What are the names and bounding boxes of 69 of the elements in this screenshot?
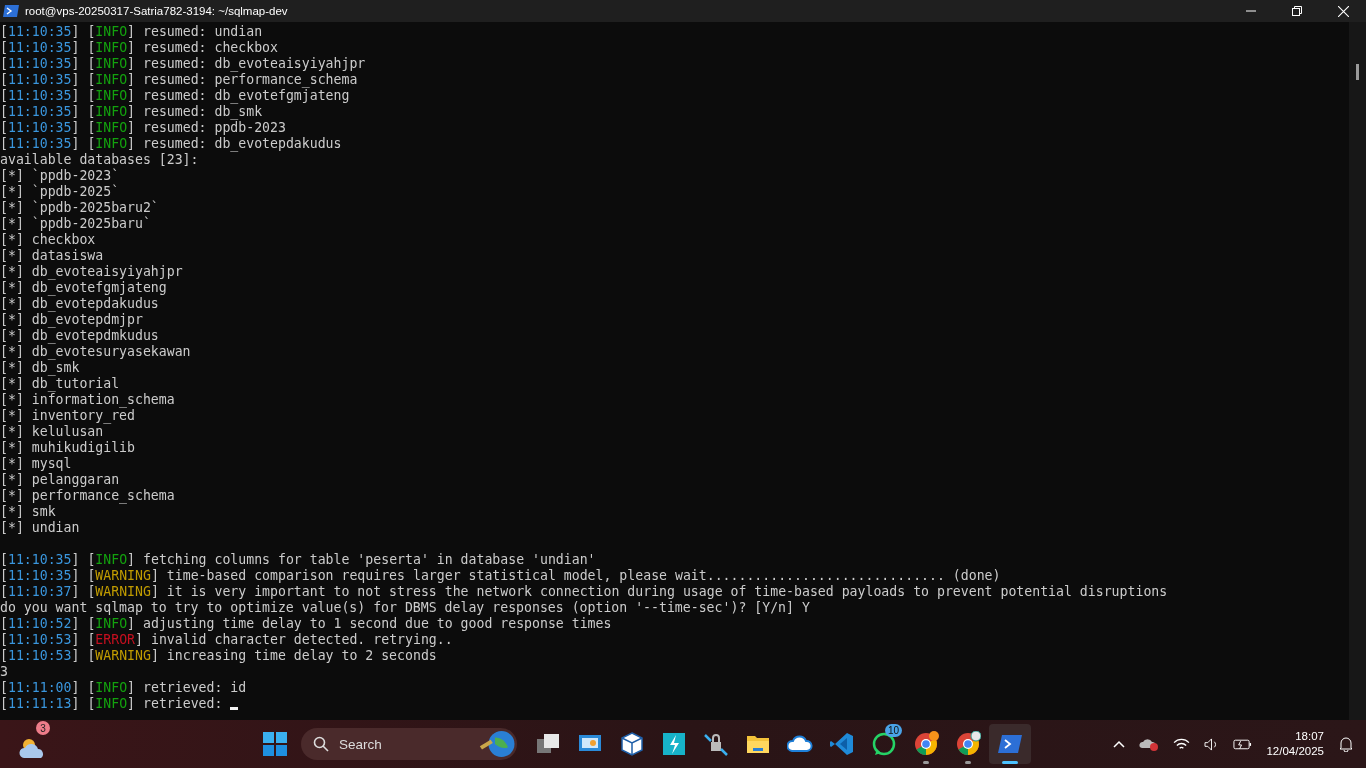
output-line: [*] `ppdb-2025baru2` [0, 200, 159, 216]
terminal-icon [3, 5, 19, 17]
code-editor-icon [829, 731, 855, 757]
output-line: [*] muhikudigilib [0, 440, 135, 456]
cube-icon [619, 731, 645, 757]
log-line: [11:10:53] [WARNING] increasing time delay to 2 seconds [0, 648, 437, 664]
taskbar-app[interactable] [989, 724, 1031, 764]
log-line: [11:10:35] [INFO] resumed: db_evotefgmjateng [0, 88, 350, 104]
output-line: [*] `ppdb-2025baru` [0, 216, 151, 232]
output-line: [*] db_tutorial [0, 376, 120, 392]
output-line: [*] kelulusan [0, 424, 104, 440]
output-line: [*] inventory_red [0, 408, 135, 424]
log-line: [11:10:52] [INFO] adjusting time delay to 1 second due to good response times [0, 616, 612, 632]
bell-icon[interactable] [1338, 736, 1354, 752]
close-icon [1337, 5, 1349, 17]
clock-date: 12/04/2025 [1266, 744, 1324, 759]
log-line: [11:10:35] [INFO] resumed: ppdb-2023 [0, 120, 286, 136]
log-line: [11:10:53] [ERROR] invalid character detected. retrying.. [0, 632, 453, 648]
output-line: [*] performance_schema [0, 488, 175, 504]
log-line: [11:11:13] [INFO] retrieved: [0, 696, 223, 712]
output-line: [*] `ppdb-2025` [0, 184, 120, 200]
output-line: [*] undian [0, 520, 80, 536]
output-line: [*] db_evotepdmjpr [0, 312, 143, 328]
output-line: [*] db_evotepdmkudus [0, 328, 159, 344]
search-input[interactable]: Search [337, 735, 461, 753]
log-line: [11:10:35] [INFO] resumed: db_evoteaisyiyahjpr [0, 56, 366, 72]
log-line: [11:10:35] [INFO] resumed: performance_schema [0, 72, 358, 88]
window-title: root@vps-20250317-Satria782-3194: ~/sqlmap-dev [25, 5, 288, 17]
output-line: [*] db_smk [0, 360, 80, 376]
cloud-error-icon[interactable] [1139, 736, 1160, 752]
search-bar[interactable]: Search [301, 728, 517, 760]
output-line: [*] pelanggaran [0, 472, 120, 488]
output-line: 3 [0, 664, 8, 680]
output-line: [*] smk [0, 504, 56, 520]
output-line: [*] `ppdb-2023` [0, 168, 120, 184]
clock-time: 18:07 [1295, 729, 1324, 744]
output-line: [*] db_evotesuryasekawan [0, 344, 191, 360]
browser-icon [913, 731, 939, 757]
browser-icon [955, 731, 981, 757]
output-line: [*] datasiswa [0, 248, 104, 264]
lightning-icon [661, 731, 687, 757]
log-line: [11:11:00] [INFO] retrieved: id [0, 680, 247, 696]
output-line: [*] checkbox [0, 232, 96, 248]
chevron-up-icon[interactable] [1113, 740, 1126, 748]
output-line: [*] mysql [0, 456, 72, 472]
log-line: [11:10:35] [INFO] resumed: db_smk [0, 104, 263, 120]
clock[interactable]: 18:07 12/04/2025 [1266, 729, 1324, 759]
output-line: [*] db_evoteaisyiyahjpr [0, 264, 183, 280]
notification-badge: 10 [885, 724, 903, 737]
output-line: [*] information_schema [0, 392, 175, 408]
output-line: available databases [23]: [0, 152, 199, 168]
log-line: [11:10:35] [INFO] resumed: db_evotepdakudus [0, 136, 342, 152]
output-line: [*] db_evotepdakudus [0, 296, 159, 312]
output-line: do you want sqlmap to try to optimize value(s) for DBMS delay responses (option '--time-sec')? [Y/n] Y [0, 600, 810, 616]
notification-badge: 3 [36, 721, 50, 735]
log-line: [11:10:35] [INFO] resumed: checkbox [0, 40, 278, 56]
log-line: [11:10:35] [WARNING] time-based comparison requires larger statistical model, please wait.............................. (done) [0, 568, 1001, 584]
scrollbar[interactable] [1349, 22, 1366, 720]
start-icon[interactable] [263, 732, 287, 756]
padlock-icon [703, 731, 729, 757]
log-line: [11:10:35] [INFO] resumed: undian [0, 24, 263, 40]
restore-icon [1292, 6, 1302, 16]
search-icon [313, 736, 329, 752]
log-line: [11:10:37] [WARNING] it is very important to not stress the network connection during usage of time-based payloads to prevent potential disruptions [0, 584, 1168, 600]
wifi-icon[interactable] [1173, 737, 1191, 751]
taskbar-app[interactable]: 10 [863, 724, 905, 764]
battery-icon[interactable] [1233, 738, 1253, 750]
log-line: [11:10:35] [INFO] fetching columns for table 'peserta' in database 'undian' [0, 552, 596, 568]
output-line: [*] db_evotefgmjateng [0, 280, 167, 296]
